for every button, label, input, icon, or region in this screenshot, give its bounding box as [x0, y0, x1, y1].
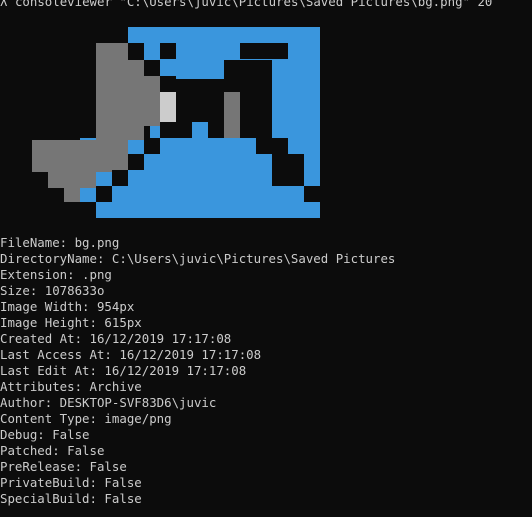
file-info-line: Image Height: 615px — [0, 315, 142, 330]
file-info-line: Extension: .png — [0, 267, 112, 282]
file-info-line: PreRelease: False — [0, 459, 127, 474]
preview-black-21 — [160, 43, 176, 59]
preview-black-19 — [272, 170, 304, 186]
preview-gray-2 — [128, 60, 144, 140]
file-info-line: Patched: False — [0, 443, 105, 458]
preview-black-1 — [128, 43, 144, 60]
command-line: λ consoleviewer "C:\Users\juvic\Pictures… — [0, 0, 492, 10]
preview-black-12 — [80, 202, 96, 218]
preview-black-7 — [160, 122, 176, 138]
preview-light — [160, 92, 176, 122]
file-info-line: SpecialBuild: False — [0, 491, 142, 506]
preview-gray-1 — [96, 43, 128, 143]
preview-black-3 — [160, 76, 176, 92]
preview-black-4 — [176, 92, 192, 138]
preview-black-13 — [224, 76, 240, 92]
bg-image-pixel-preview — [32, 27, 320, 218]
preview-black-5 — [192, 108, 208, 122]
preview-gray-7 — [224, 92, 240, 138]
preview-black-18 — [272, 154, 304, 170]
preview-black-17 — [256, 138, 288, 154]
file-info-line: Debug: False — [0, 427, 90, 442]
file-info-line: PrivateBuild: False — [0, 475, 142, 490]
file-info-line: DirectoryName: C:\Users\juvic\Pictures\S… — [0, 251, 396, 266]
preview-black-8 — [144, 138, 160, 154]
file-info-line: Author: DESKTOP-SVF83D6\juvic — [0, 395, 217, 410]
preview-gray-3 — [144, 76, 160, 126]
preview-black-6 — [208, 92, 224, 138]
file-info-line: Last Access At: 16/12/2019 17:17:08 — [0, 347, 262, 362]
preview-gray-6 — [64, 188, 80, 202]
file-info-line: Image Width: 954px — [0, 299, 135, 314]
file-info-line: Created At: 16/12/2019 17:17:08 — [0, 331, 232, 346]
file-info-line: Content Type: image/png — [0, 411, 172, 426]
preview-black-2 — [144, 60, 160, 76]
preview-black-10 — [112, 170, 128, 186]
preview-gray-5 — [48, 172, 96, 188]
preview-black-16 — [240, 76, 272, 138]
file-info-line: Size: 1078633o — [0, 283, 105, 298]
file-info-line: Last Edit At: 16/12/2019 17:17:08 — [0, 363, 247, 378]
preview-black-9 — [128, 154, 144, 170]
preview-black-11 — [96, 186, 112, 202]
command-text: consoleviewer "C:\Users\juvic\Pictures\S… — [14, 0, 493, 9]
preview-gray-4 — [32, 140, 128, 172]
prompt-symbol: λ — [0, 0, 8, 9]
file-info-list: FileName: bg.png DirectoryName: C:\Users… — [0, 235, 395, 507]
preview-black-15 — [224, 60, 272, 76]
console-window: λ consoleviewer "C:\Users\juvic\Pictures… — [0, 0, 532, 517]
file-info-line: Attributes: Archive — [0, 379, 142, 394]
preview-black-14 — [240, 43, 288, 59]
preview-black-20 — [304, 186, 320, 202]
file-info-line: FileName: bg.png — [0, 235, 120, 250]
